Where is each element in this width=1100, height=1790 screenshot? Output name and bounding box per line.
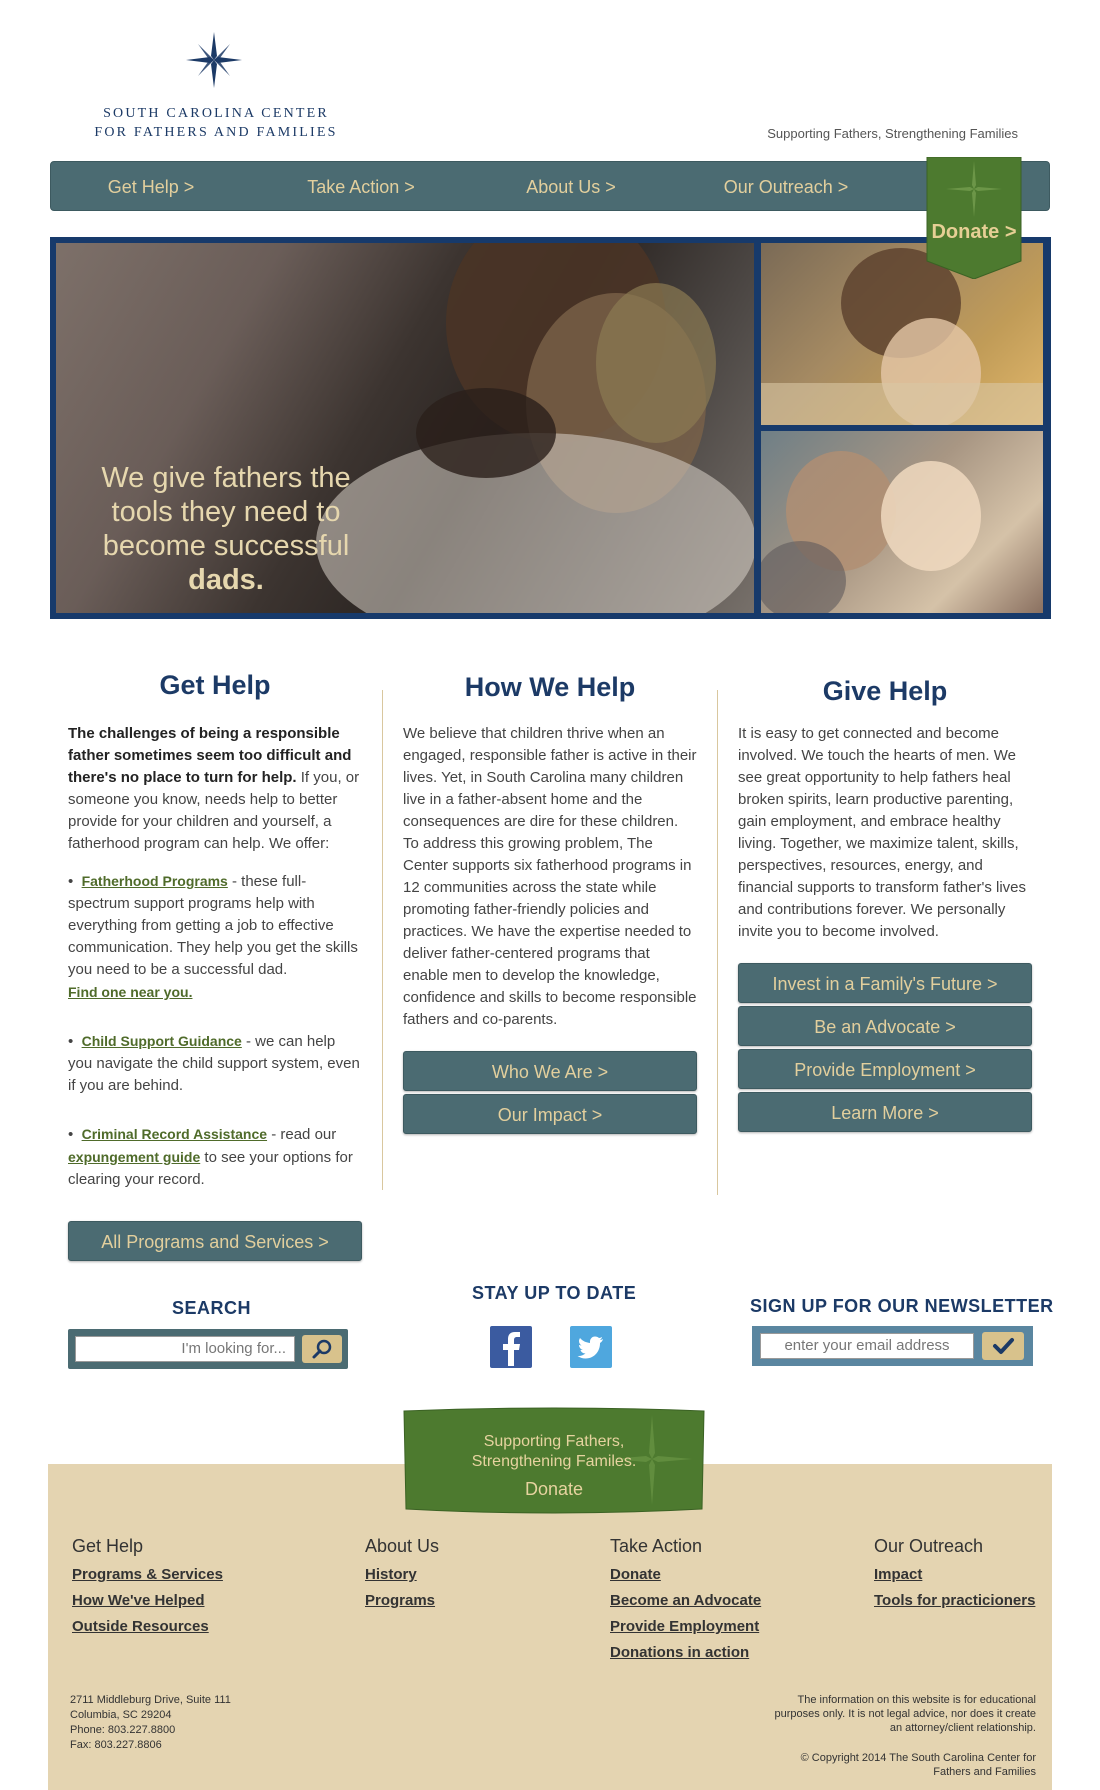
search-title: SEARCH bbox=[172, 1298, 252, 1318]
footer-col-title: Get Help bbox=[72, 1536, 144, 1556]
header-tagline: Supporting Fathers, Strengthening Famili… bbox=[767, 126, 1018, 141]
magnifier-icon bbox=[312, 1339, 332, 1359]
address-line: 2711 Middleburg Drive, Suite 111 bbox=[70, 1694, 231, 1706]
footer-legal-disclaimer: The information on this website is for e… bbox=[774, 1694, 1037, 1734]
hero-caption: We give fathers the tools they need to b… bbox=[91, 461, 361, 597]
learn-more-button[interactable]: Learn More > bbox=[738, 1092, 1032, 1132]
all-programs-button[interactable]: All Programs and Services > bbox=[68, 1221, 362, 1261]
give-help-body: It is easy to get connected and become i… bbox=[738, 725, 1026, 940]
hero-photo-father-baby: We give fathers the tools they need to b… bbox=[56, 243, 754, 613]
twitter-icon[interactable] bbox=[570, 1326, 612, 1368]
bullet-dot: • bbox=[68, 873, 82, 890]
facebook-icon[interactable] bbox=[490, 1326, 532, 1368]
ribbon-shape bbox=[926, 157, 1022, 279]
banner-donate-label: Donate bbox=[524, 1479, 584, 1499]
bullet-dot: • bbox=[68, 1126, 82, 1143]
footer-col-about-us: About Us History Programs bbox=[365, 1536, 439, 1614]
find-program-near-you-link[interactable]: Find one near you. bbox=[68, 984, 192, 1000]
column-divider-2 bbox=[717, 690, 718, 1195]
bullet-dot: • bbox=[68, 1033, 82, 1050]
get-help-intro: The challenges of being a responsible fa… bbox=[68, 723, 362, 855]
give-help-heading: Give Help bbox=[822, 676, 948, 706]
hero-banner: We give fathers the tools they need to b… bbox=[50, 237, 1051, 619]
hero-caption-text: We give fathers the tools they need to b… bbox=[101, 462, 351, 562]
newsletter-email-input[interactable]: enter your email address bbox=[760, 1333, 974, 1359]
criminal-record-assistance-link[interactable]: Criminal Record Assistance bbox=[82, 1126, 267, 1142]
footer-link-outside-resources[interactable]: Outside Resources bbox=[72, 1614, 223, 1640]
bullet-criminal-record: • Criminal Record Assistance - read our … bbox=[68, 1123, 362, 1191]
logo-text-line1: SOUTH CAROLINA CENTER bbox=[103, 106, 329, 121]
nav-item-get-help[interactable]: Get Help > bbox=[91, 162, 211, 212]
compass-star-logo-icon bbox=[186, 32, 242, 88]
nav-item-our-outreach[interactable]: Our Outreach > bbox=[711, 162, 861, 212]
footer-link-provide-employment[interactable]: Provide Employment bbox=[610, 1614, 761, 1640]
search-input[interactable]: I'm looking for... bbox=[75, 1336, 295, 1362]
hero-caption-bold: dads. bbox=[188, 564, 264, 596]
footer-col-get-help: Get Help Programs & Services How We've H… bbox=[72, 1536, 223, 1640]
footer-donate-banner[interactable]: Supporting Fathers, Strengthening Famile… bbox=[402, 1405, 706, 1517]
expungement-guide-link[interactable]: expungement guide bbox=[68, 1149, 200, 1165]
newsletter-submit-button[interactable] bbox=[982, 1332, 1024, 1360]
footer-link-tools-practitioners[interactable]: Tools for practicioners bbox=[874, 1588, 1035, 1614]
search-bar: I'm looking for... bbox=[68, 1329, 348, 1369]
phone-line: Phone: 803.227.8800 bbox=[70, 1724, 176, 1736]
address-line: Columbia, SC 29204 bbox=[70, 1709, 172, 1721]
footer-link-donations-in-action[interactable]: Donations in action bbox=[610, 1640, 761, 1666]
hero-photo-bottom-illustration bbox=[761, 451, 981, 613]
invest-family-future-button[interactable]: Invest in a Family's Future > bbox=[738, 963, 1032, 1003]
logo-text-line2: FOR FATHERS AND FAMILIES bbox=[94, 125, 338, 140]
footer-link-become-advocate[interactable]: Become an Advocate bbox=[610, 1588, 761, 1614]
donate-ribbon-button[interactable]: Donate > bbox=[921, 157, 1027, 279]
fatherhood-programs-link[interactable]: Fatherhood Programs bbox=[82, 873, 228, 889]
how-we-help-column: How We Help We believe that children thr… bbox=[403, 670, 697, 1134]
stay-up-to-date-title: STAY UP TO DATE bbox=[472, 1283, 637, 1303]
newsletter-title: SIGN UP FOR OUR NEWSLETTER bbox=[750, 1296, 1054, 1316]
get-help-heading: Get Help bbox=[159, 670, 271, 700]
site-logo[interactable]: SOUTH CAROLINA CENTER FOR FATHERS AND FA… bbox=[86, 32, 346, 144]
column-divider-1 bbox=[382, 690, 383, 1190]
nav-item-take-action[interactable]: Take Action > bbox=[291, 162, 431, 212]
footer-link-donate[interactable]: Donate bbox=[610, 1562, 761, 1588]
give-help-column: Give Help It is easy to get connected an… bbox=[738, 670, 1032, 1132]
footer-link-impact[interactable]: Impact bbox=[874, 1562, 1035, 1588]
footer-link-how-weve-helped[interactable]: How We've Helped bbox=[72, 1588, 223, 1614]
how-we-help-body: We believe that children thrive when an … bbox=[403, 725, 697, 1028]
child-support-guidance-link[interactable]: Child Support Guidance bbox=[82, 1033, 242, 1049]
footer-col-title: Our Outreach bbox=[874, 1536, 984, 1556]
footer-col-take-action: Take Action Donate Become an Advocate Pr… bbox=[610, 1536, 761, 1666]
footer-link-programs[interactable]: Programs bbox=[365, 1588, 439, 1614]
donate-label: Donate > bbox=[931, 221, 1017, 243]
header: SOUTH CAROLINA CENTER FOR FATHERS AND FA… bbox=[0, 0, 1100, 160]
get-help-column: Get Help The challenges of being a respo… bbox=[68, 670, 362, 1261]
fax-line: Fax: 803.227.8806 bbox=[70, 1739, 162, 1751]
nav-item-about-us[interactable]: About Us > bbox=[511, 162, 631, 212]
search-button[interactable] bbox=[302, 1335, 342, 1363]
footer-address: 2711 Middleburg Drive, Suite 111 Columbi… bbox=[70, 1693, 231, 1753]
footer-col-our-outreach: Our Outreach Impact Tools for practicion… bbox=[874, 1536, 1035, 1614]
bullet-fatherhood-programs: • Fatherhood Programs - these full-spect… bbox=[68, 870, 362, 1004]
footer-link-history[interactable]: History bbox=[365, 1562, 439, 1588]
be-an-advocate-button[interactable]: Be an Advocate > bbox=[738, 1006, 1032, 1046]
footer-copyright: © Copyright 2014 The South Carolina Cent… bbox=[800, 1752, 1036, 1778]
footer-col-title: Take Action bbox=[610, 1536, 703, 1556]
who-we-are-button[interactable]: Who We Are > bbox=[403, 1051, 697, 1091]
how-we-help-heading: How We Help bbox=[464, 672, 636, 702]
provide-employment-button[interactable]: Provide Employment > bbox=[738, 1049, 1032, 1089]
footer-col-title: About Us bbox=[365, 1536, 440, 1556]
banner-line2: Strengthening Familes. bbox=[471, 1453, 637, 1470]
newsletter-signup: enter your email address bbox=[752, 1326, 1033, 1366]
our-impact-button[interactable]: Our Impact > bbox=[403, 1094, 697, 1134]
criminal-record-text: - read our bbox=[267, 1126, 337, 1143]
banner-line1: Supporting Fathers, bbox=[483, 1433, 625, 1450]
main-nav: Get Help > Take Action > About Us > Our … bbox=[50, 161, 1050, 211]
bullet-child-support: • Child Support Guidance - we can help y… bbox=[68, 1030, 362, 1097]
hero-photo-dad-and-girl bbox=[761, 431, 1043, 613]
footer-link-programs-services[interactable]: Programs & Services bbox=[72, 1562, 223, 1588]
checkmark-icon bbox=[993, 1338, 1014, 1354]
